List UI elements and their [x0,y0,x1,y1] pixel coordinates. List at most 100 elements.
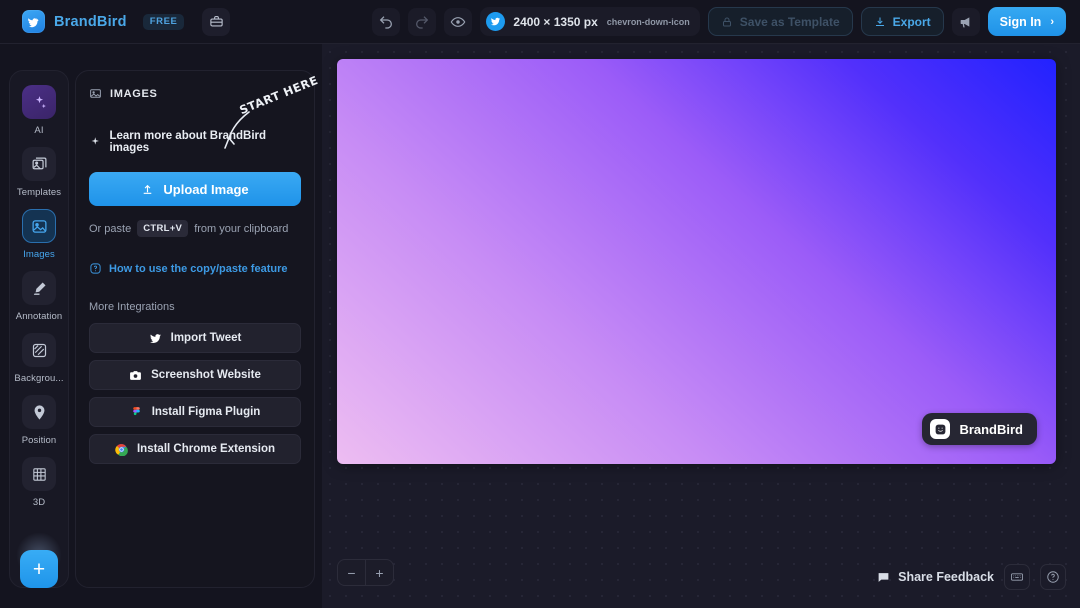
undo-button[interactable] [372,7,401,36]
help-button[interactable] [1040,564,1066,590]
more-integrations-label: More Integrations [89,301,175,313]
sidebar-label-ai: AI [34,125,44,136]
install-chrome-extension-label: Install Chrome Extension [136,443,276,455]
sparkle-icon [91,136,99,145]
status-bar: Share Feedback [877,564,1066,590]
sparkles-icon [22,85,56,119]
upload-image-label: Upload Image [163,181,249,197]
megaphone-icon [960,16,969,27]
upload-image-button[interactable]: Upload Image [89,172,301,206]
save-as-template-button[interactable]: Save as Template [707,7,853,36]
brandbird-icon [22,10,45,33]
announcements-button[interactable] [951,7,980,36]
marker-icon [22,271,56,305]
screenshot-website-button[interactable]: Screenshot Website [89,360,301,390]
sidebar-label-background: Backgrou... [14,373,64,384]
question-badge-icon [90,263,101,274]
sidebar-item-3d[interactable]: 3D [9,457,69,508]
lock-icon [722,17,731,26]
import-tweet-button[interactable]: Import Tweet [89,323,301,353]
install-chrome-extension-button[interactable]: Install Chrome Extension [89,434,301,464]
paste-shortcut-key: CTRL+V [137,220,189,237]
panel-title: IMAGES [110,87,158,100]
figma-icon [132,406,140,415]
free-plan-badge: FREE [142,13,185,30]
keyboard-icon [1011,573,1023,581]
sidebar-label-templates: Templates [16,187,62,198]
paste-hint: Or paste CTRL+V from your clipboard [89,220,301,237]
brand-logo-group[interactable]: BrandBird FREE [22,10,185,33]
sidebar-item-background[interactable]: Backgrou... [9,333,69,384]
redo-icon [416,15,429,29]
learn-more-label: Learn more about BrandBird images [109,130,267,154]
howto-copypaste-label: How to use the copy/paste feature [109,262,288,275]
share-feedback-label: Share Feedback [898,570,994,584]
canvas-size-selector[interactable]: 2400 × 1350 px chevron-down-icon [480,7,700,36]
canvas-area[interactable]: BrandBird − + Share Feedback [322,44,1080,608]
sidebar-item-ai[interactable]: AI [9,85,69,136]
pin-icon [22,395,56,429]
install-figma-plugin-label: Install Figma Plugin [151,406,261,418]
howto-copypaste-link[interactable]: How to use the copy/paste feature [89,262,301,275]
zoom-controls: − + [337,559,394,586]
question-circle-icon [1047,571,1059,583]
share-feedback-button[interactable]: Share Feedback [877,570,994,584]
chat-icon [878,572,889,582]
upload-icon [144,184,152,194]
images-panel: IMAGES Learn more about BrandBird images… [75,70,320,588]
plus-icon: + [32,557,46,581]
twitter-icon [149,333,161,343]
chevron-right-icon: › [1050,15,1054,28]
pattern-icon [22,333,56,367]
save-as-template-label: Save as Template [739,14,840,29]
brandbird-watermark[interactable]: BrandBird [922,413,1037,445]
toolbar-actions: 2400 × 1350 px chevron-down-icon Save as… [372,7,1066,36]
paste-prefix: Or paste [89,222,132,235]
start-here-arrow-icon [224,111,250,149]
sidebar-item-templates[interactable]: Templates [9,147,69,198]
sign-in-button[interactable]: Sign In › [987,7,1066,36]
screenshot-website-label: Screenshot Website [151,369,261,381]
sidebar-item-position[interactable]: Position [9,395,69,446]
zoom-out-button[interactable]: − [338,560,365,585]
zoom-in-button[interactable]: + [366,560,393,585]
chevron-down-icon: chevron-down-icon [606,16,690,27]
add-element-wrapper: + [9,532,69,588]
export-label: Export [892,14,931,29]
keyboard-shortcuts-button[interactable] [1004,564,1030,590]
canvas-size-label: 2400 × 1350 px [513,14,598,29]
artboard[interactable]: BrandBird [337,59,1056,464]
grid-3d-icon [22,457,56,491]
import-tweet-label: Import Tweet [170,332,242,344]
briefcase-icon [210,15,223,27]
sign-in-label: Sign In [999,14,1042,29]
toolbox-button[interactable] [202,7,231,36]
chrome-icon [115,443,128,456]
twitter-icon [486,12,506,31]
learn-more-row[interactable]: Learn more about BrandBird images START … [89,73,320,154]
watermark-label: BrandBird [959,421,1023,437]
redo-button[interactable] [408,7,437,36]
undo-icon [380,15,393,29]
sidebar-label-position: Position [21,435,57,446]
brandbird-icon [930,419,951,439]
eye-icon [451,16,466,27]
install-figma-plugin-button[interactable]: Install Figma Plugin [89,397,301,427]
download-icon [875,17,884,26]
sidebar-rail: AI Templates Images Annotation Backgrou. [9,70,69,588]
sidebar-item-images[interactable]: Images [9,209,69,260]
sidebar-label-3d: 3D [32,497,46,508]
image-icon [90,89,101,98]
sidebar-label-annotation: Annotation [15,311,63,322]
paste-suffix: from your clipboard [194,222,289,235]
sidebar-item-annotation[interactable]: Annotation [9,271,69,322]
export-button[interactable]: Export [860,7,944,36]
templates-icon [22,147,56,181]
camera-icon [130,370,142,380]
preview-button[interactable] [444,7,473,36]
sidebar-label-images: Images [23,249,55,260]
app-root: BrandBird FREE 2400 × 1350 px chevron-do… [0,0,1080,608]
image-icon [22,209,56,243]
brand-name: BrandBird [54,13,127,30]
add-element-button[interactable]: + [20,550,58,588]
